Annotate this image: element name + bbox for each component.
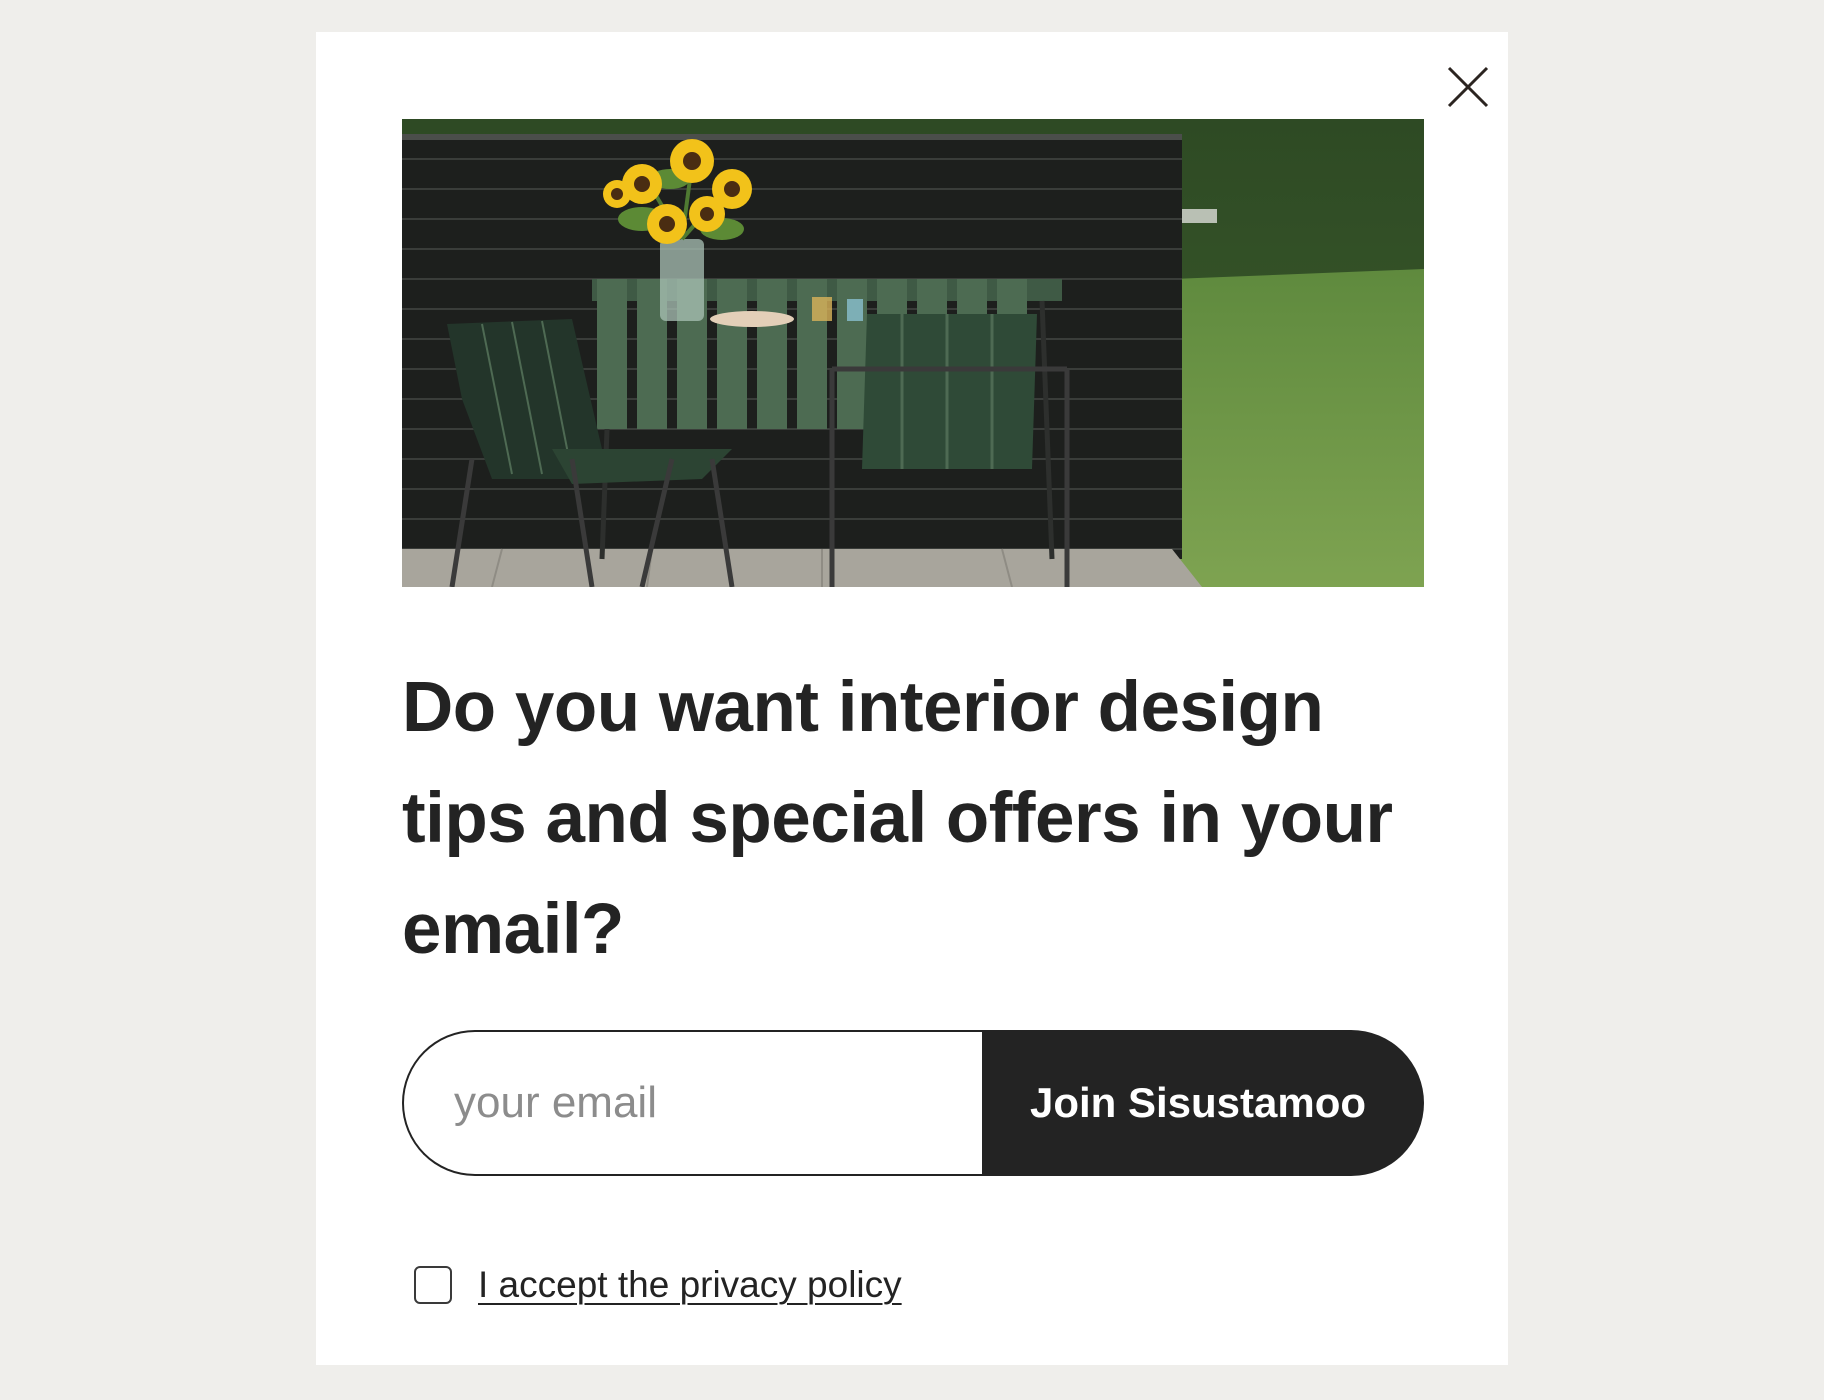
privacy-consent: I accept the privacy policy — [414, 1264, 902, 1306]
hero-image — [402, 119, 1424, 587]
modal-headline: Do you want interior design tips and spe… — [402, 668, 1393, 969]
close-icon — [1447, 66, 1489, 108]
privacy-policy-link[interactable]: I accept the privacy policy — [478, 1264, 902, 1306]
privacy-checkbox[interactable] — [414, 1266, 452, 1304]
email-input[interactable] — [402, 1030, 982, 1176]
newsletter-modal: Do you want interior design tips and spe… — [316, 32, 1508, 1365]
join-button[interactable]: Join Sisustamoo — [982, 1030, 1424, 1176]
close-button[interactable] — [1438, 57, 1498, 117]
signup-form: Join Sisustamoo — [402, 1030, 1424, 1176]
